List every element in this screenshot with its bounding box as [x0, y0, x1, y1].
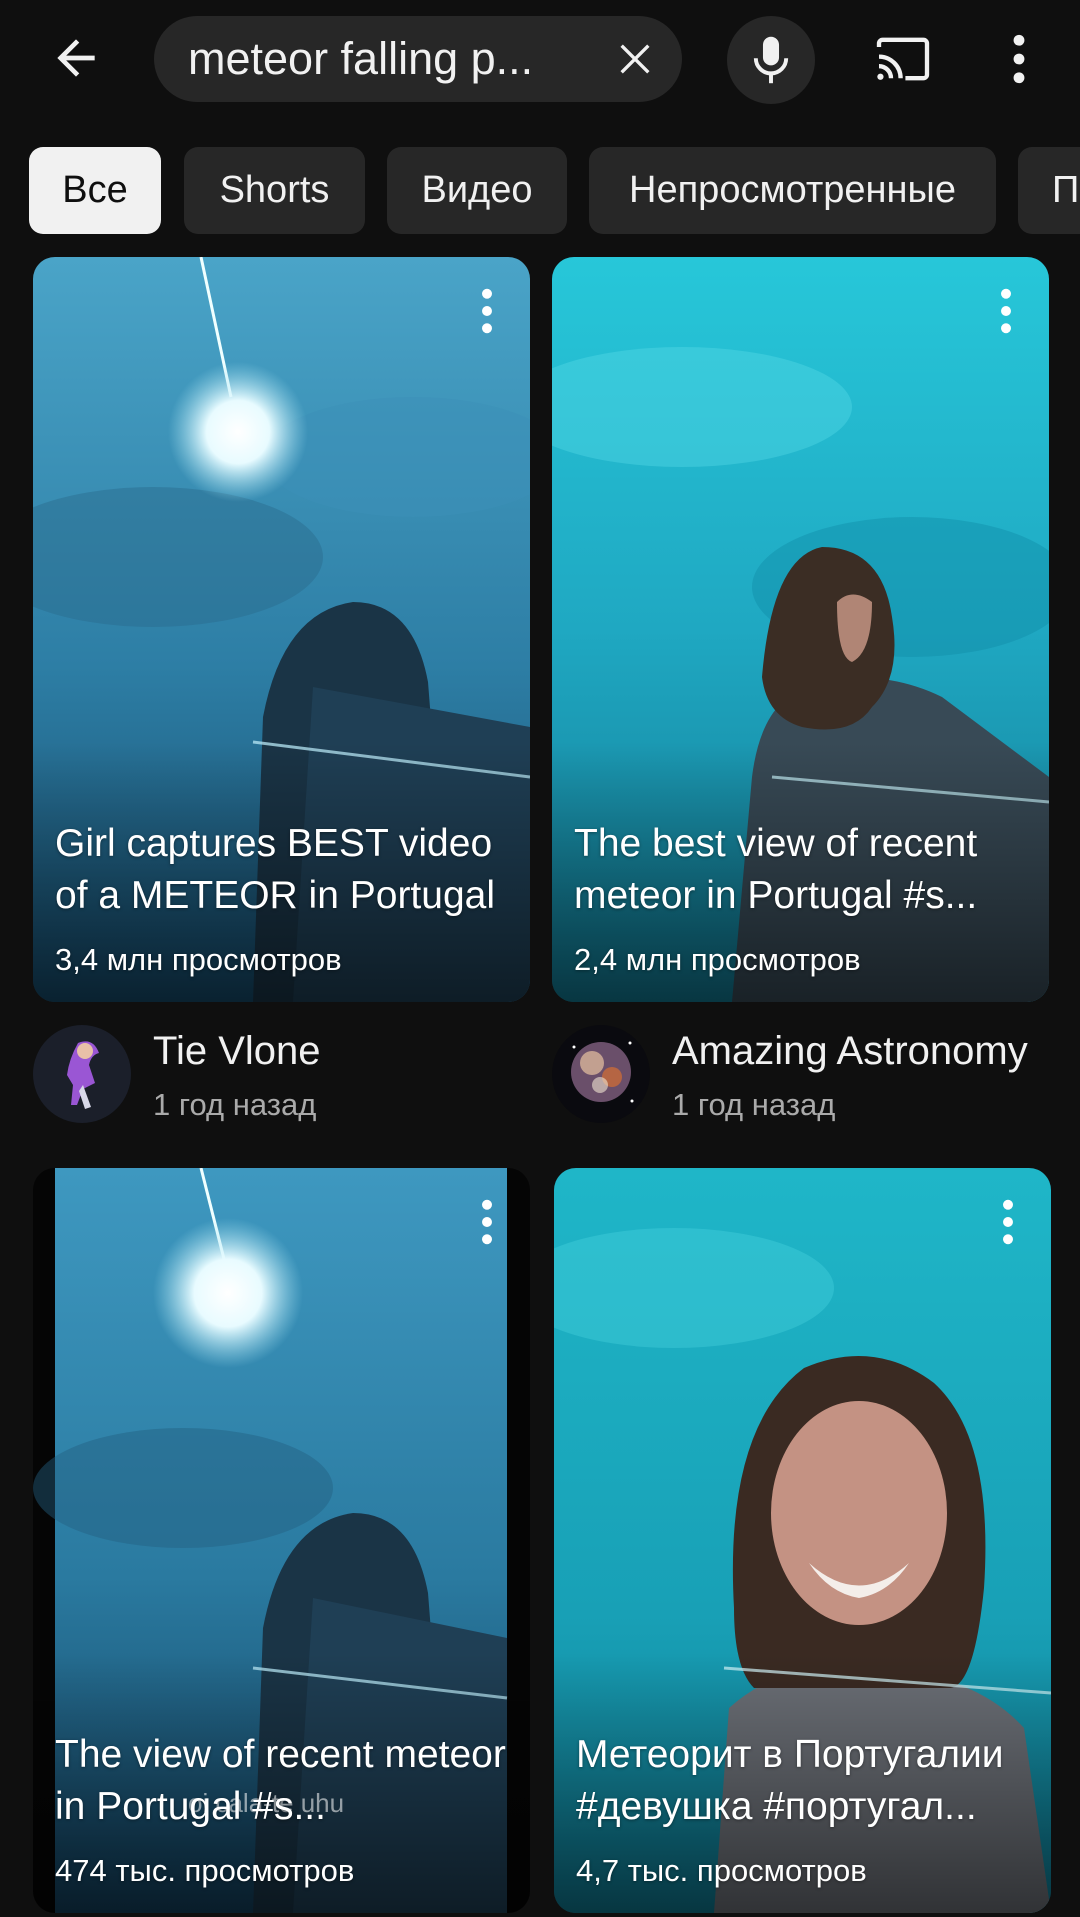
video-title: Girl captures BEST video of a METEOR in … [55, 822, 496, 917]
channel-name[interactable]: Amazing Astronomy [672, 1029, 1028, 1074]
cast-icon [876, 37, 930, 81]
cast-button[interactable] [870, 26, 936, 92]
view-count: 4,7 тыс. просмотров [576, 1853, 867, 1888]
filter-chip-bar: Все Shorts Видео Непросмотренные П [0, 147, 1080, 235]
view-count: 3,4 млн просмотров [55, 942, 342, 977]
clear-search-button[interactable] [610, 34, 660, 84]
chip-shorts[interactable]: Shorts [184, 147, 365, 234]
upload-date: 1 год назад [153, 1087, 317, 1122]
back-arrow-icon [57, 39, 95, 77]
short-card[interactable]: Girl captures BEST video of a METEOR in … [33, 257, 530, 1002]
channel-avatar[interactable] [552, 1025, 650, 1123]
more-vert-icon [1003, 1199, 1013, 1245]
card-menu-button[interactable] [472, 1192, 502, 1252]
view-count: 474 тыс. просмотров [55, 1853, 355, 1888]
channel-avatar[interactable] [33, 1025, 131, 1123]
search-box[interactable]: meteor falling p... [154, 16, 682, 102]
channel-name[interactable]: Tie Vlone [153, 1029, 321, 1074]
more-vert-icon [1001, 288, 1011, 334]
mic-icon [753, 36, 789, 84]
chip-videos[interactable]: Видео [387, 147, 567, 234]
card-menu-button[interactable] [991, 281, 1021, 341]
channel-row[interactable]: Tie Vlone 1 год назад [33, 1025, 533, 1135]
short-card[interactable]: oi cala-te uhu The view of recent meteor… [33, 1168, 530, 1913]
voice-search-button[interactable] [727, 16, 815, 104]
clear-icon [620, 44, 650, 74]
card-menu-button[interactable] [472, 281, 502, 341]
video-title: The view of recent meteor in Portugal #s… [55, 1733, 506, 1828]
card-menu-button[interactable] [993, 1192, 1023, 1252]
more-vert-icon [1013, 34, 1025, 84]
more-options-button[interactable] [994, 26, 1044, 92]
chip-partial[interactable]: П [1018, 147, 1080, 234]
short-card[interactable]: The best view of recent meteor in Portug… [552, 257, 1049, 1002]
top-bar: meteor falling p... [0, 0, 1080, 122]
video-title: Метеорит в Португалии #девушка #португал… [576, 1733, 1004, 1828]
more-vert-icon [482, 1199, 492, 1245]
video-title: The best view of recent meteor in Portug… [574, 822, 978, 917]
back-button[interactable] [44, 26, 108, 90]
chip-all[interactable]: Все [29, 147, 161, 234]
search-input[interactable]: meteor falling p... [188, 16, 578, 102]
more-vert-icon [482, 288, 492, 334]
channel-row[interactable]: Amazing Astronomy 1 год назад [552, 1025, 1052, 1135]
view-count: 2,4 млн просмотров [574, 942, 861, 977]
chip-unwatched[interactable]: Непросмотренные [589, 147, 996, 234]
short-card[interactable]: Метеорит в Португалии #девушка #португал… [554, 1168, 1051, 1913]
upload-date: 1 год назад [672, 1087, 836, 1122]
